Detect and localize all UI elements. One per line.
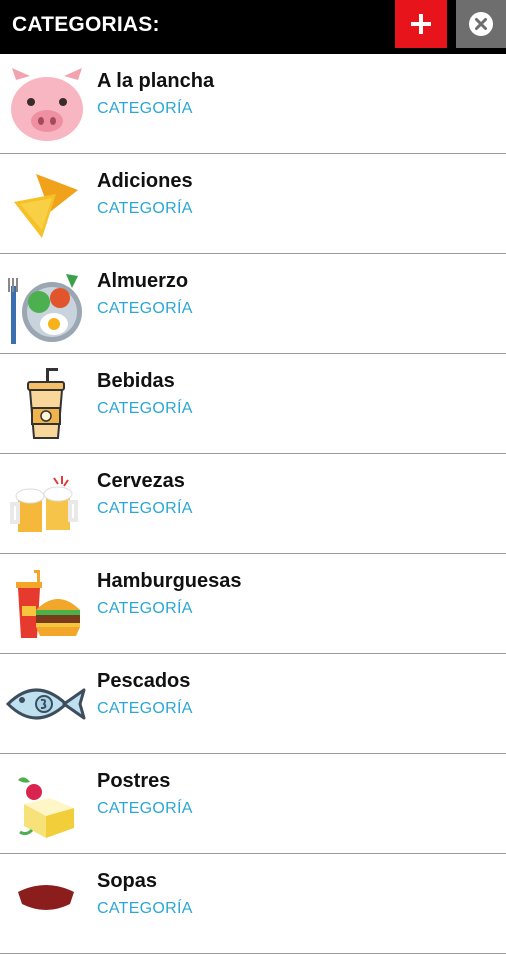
category-name: Pescados bbox=[97, 670, 191, 692]
category-list: A la plancha CATEGORÍA Adiciones CATEGOR… bbox=[0, 54, 506, 954]
category-item[interactable]: Sopas CATEGORÍA bbox=[0, 854, 506, 954]
category-subtitle: CATEGORÍA bbox=[97, 300, 193, 317]
category-name: A la plancha bbox=[97, 70, 215, 92]
category-item[interactable]: Adiciones CATEGORÍA bbox=[0, 154, 506, 254]
category-item[interactable]: A la plancha CATEGORÍA bbox=[0, 54, 506, 154]
fish-icon bbox=[6, 664, 88, 744]
category-subtitle: CATEGORÍA bbox=[97, 200, 193, 217]
drink-cup-icon bbox=[6, 364, 88, 444]
category-subtitle: CATEGORÍA bbox=[97, 600, 193, 617]
category-subtitle: CATEGORÍA bbox=[97, 900, 193, 917]
category-item[interactable]: Hamburguesas CATEGORÍA bbox=[0, 554, 506, 654]
plus-icon bbox=[411, 14, 431, 34]
soup-bowl-icon bbox=[6, 864, 88, 944]
category-item[interactable]: Almuerzo CATEGORÍA bbox=[0, 254, 506, 354]
category-subtitle: CATEGORÍA bbox=[97, 100, 193, 117]
category-item[interactable]: Bebidas CATEGORÍA bbox=[0, 354, 506, 454]
category-name: Cervezas bbox=[97, 470, 185, 492]
category-name: Postres bbox=[97, 770, 171, 792]
category-name: Adiciones bbox=[97, 170, 193, 192]
nachos-icon bbox=[6, 164, 88, 244]
burger-soda-icon bbox=[6, 564, 88, 644]
category-subtitle: CATEGORÍA bbox=[97, 700, 193, 717]
category-subtitle: CATEGORÍA bbox=[97, 400, 193, 417]
cake-slice-icon bbox=[6, 764, 88, 844]
category-subtitle: CATEGORÍA bbox=[97, 500, 193, 517]
close-circle-icon bbox=[469, 12, 493, 36]
category-name: Bebidas bbox=[97, 370, 175, 392]
page-title: CATEGORIAS: bbox=[12, 13, 160, 36]
category-item[interactable]: Pescados CATEGORÍA bbox=[0, 654, 506, 754]
lunch-plate-icon bbox=[6, 264, 88, 344]
close-button[interactable] bbox=[456, 0, 506, 48]
add-category-button[interactable] bbox=[395, 0, 447, 48]
category-subtitle: CATEGORÍA bbox=[97, 800, 193, 817]
pig-face-icon bbox=[6, 64, 88, 144]
category-name: Hamburguesas bbox=[97, 570, 242, 592]
category-item[interactable]: Cervezas CATEGORÍA bbox=[0, 454, 506, 554]
category-item[interactable]: Postres CATEGORÍA bbox=[0, 754, 506, 854]
category-name: Almuerzo bbox=[97, 270, 189, 292]
beer-mugs-icon bbox=[6, 464, 88, 544]
top-bar: CATEGORIAS: bbox=[0, 0, 506, 54]
category-name: Sopas bbox=[97, 870, 158, 892]
